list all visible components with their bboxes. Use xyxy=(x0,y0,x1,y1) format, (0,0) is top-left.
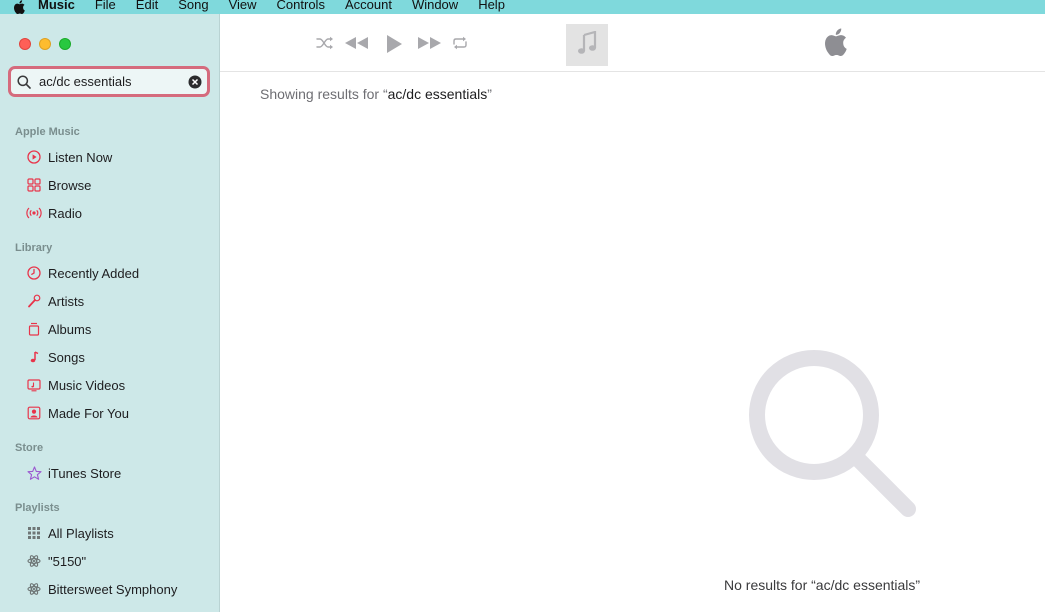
sidebar-item-label: Songs xyxy=(48,349,85,365)
sidebar-item-playlist-5150[interactable]: "5150" xyxy=(26,550,86,572)
library-header: Library xyxy=(15,242,53,254)
album-stack-icon xyxy=(26,321,42,337)
sidebar-item-label: Listen Now xyxy=(48,149,113,165)
menu-account[interactable]: Account xyxy=(345,0,392,12)
sidebar-item-albums[interactable]: Albums xyxy=(26,318,91,340)
sidebar-item-made-for-you[interactable]: Made For You xyxy=(26,402,129,424)
play-icon[interactable] xyxy=(385,34,403,54)
sidebar-item-label: Radio xyxy=(48,205,82,221)
sidebar-item-label: All Playlists xyxy=(48,525,114,541)
sidebar-item-label: Browse xyxy=(48,177,92,193)
sidebar-item-itunes-store[interactable]: iTunes Store xyxy=(26,462,121,484)
now-playing-artwork[interactable] xyxy=(566,24,608,66)
menu-edit[interactable]: Edit xyxy=(136,0,158,12)
search-field[interactable]: ac/dc essentials xyxy=(8,66,210,97)
main-content: Showing results for “ac/dc essentials” N… xyxy=(220,72,1045,612)
window-controls xyxy=(19,38,71,50)
star-icon xyxy=(26,465,42,481)
clock-icon xyxy=(26,265,42,281)
empty-search-icon xyxy=(748,349,924,530)
microphone-icon xyxy=(26,293,42,309)
sidebar-item-listen-now[interactable]: Listen Now xyxy=(26,146,112,168)
menu-song[interactable]: Song xyxy=(178,0,208,12)
sidebar-item-browse[interactable]: Browse xyxy=(26,174,91,196)
person-icon xyxy=(26,405,42,421)
no-results-message: No results for “ac/dc essentials” xyxy=(724,577,921,593)
video-icon xyxy=(26,377,42,393)
previous-track-icon[interactable] xyxy=(344,36,370,50)
sidebar-item-label: Bittersweet Symphony xyxy=(48,581,178,597)
menu-file[interactable]: File xyxy=(95,0,116,12)
apple-music-header: Apple Music xyxy=(15,126,80,138)
search-input[interactable]: ac/dc essentials xyxy=(39,74,188,89)
menu-app-name[interactable]: Music xyxy=(38,0,75,12)
sidebar-item-label: iTunes Store xyxy=(48,465,122,481)
grid-icon xyxy=(26,177,42,193)
sidebar-item-radio[interactable]: Radio xyxy=(26,202,82,224)
radio-waves-icon xyxy=(26,205,42,221)
next-track-icon[interactable] xyxy=(416,36,442,50)
playlists-header: Playlists xyxy=(15,502,60,514)
atom-icon xyxy=(26,553,42,569)
menu-window[interactable]: Window xyxy=(412,0,458,12)
close-window-button[interactable] xyxy=(19,38,31,50)
menu-controls[interactable]: Controls xyxy=(277,0,325,12)
sidebar-item-songs[interactable]: Songs xyxy=(26,346,85,368)
sidebar-item-all-playlists[interactable]: All Playlists xyxy=(26,522,114,544)
sidebar-item-playlist-bittersweet-symphony[interactable]: Bittersweet Symphony xyxy=(26,578,177,600)
music-note-icon xyxy=(576,30,598,60)
play-circle-icon xyxy=(26,149,42,165)
search-results-caption: Showing results for “ac/dc essentials” xyxy=(260,86,492,102)
music-note-icon xyxy=(26,349,42,365)
minimize-window-button[interactable] xyxy=(39,38,51,50)
sidebar-item-label: Artists xyxy=(48,293,85,309)
apple-logo-icon xyxy=(823,28,849,61)
menu-bar: Music File Edit Song View Controls Accou… xyxy=(0,0,1045,14)
clear-search-icon[interactable] xyxy=(188,75,202,89)
sidebar-item-artists[interactable]: Artists xyxy=(26,290,84,312)
atom-icon xyxy=(26,581,42,597)
menu-help[interactable]: Help xyxy=(478,0,505,12)
sidebar-item-label: "5150" xyxy=(48,553,87,569)
repeat-icon[interactable] xyxy=(452,36,468,50)
grid-dots-icon xyxy=(26,525,42,541)
store-header: Store xyxy=(15,442,44,454)
sidebar-item-label: Made For You xyxy=(48,405,129,421)
sidebar-item-recently-added[interactable]: Recently Added xyxy=(26,262,139,284)
zoom-window-button[interactable] xyxy=(59,38,71,50)
player-toolbar xyxy=(220,14,1045,72)
search-icon xyxy=(17,74,31,89)
sidebar-item-music-videos[interactable]: Music Videos xyxy=(26,374,125,396)
apple-menu-icon[interactable] xyxy=(12,0,26,14)
shuffle-icon[interactable] xyxy=(316,36,334,50)
sidebar-item-label: Albums xyxy=(48,321,92,337)
showing-prefix: Showing results for “ xyxy=(260,86,388,102)
menu-view[interactable]: View xyxy=(229,0,257,12)
sidebar-item-label: Music Videos xyxy=(48,377,126,393)
sidebar-item-label: Recently Added xyxy=(48,265,140,281)
showing-query: ac/dc essentials xyxy=(387,86,488,102)
showing-suffix: ” xyxy=(487,86,492,102)
